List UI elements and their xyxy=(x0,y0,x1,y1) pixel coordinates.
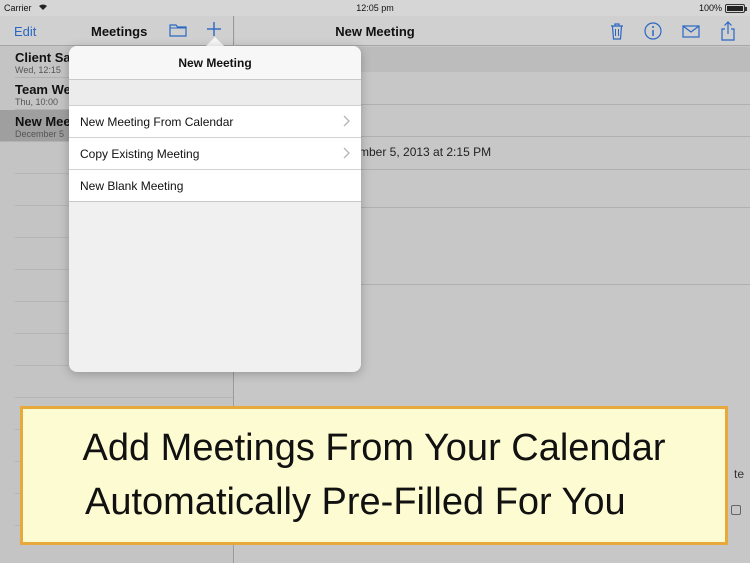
chevron-right-icon xyxy=(343,115,350,127)
popover-spacer xyxy=(69,80,361,105)
promo-banner: Add Meetings From Your Calendar Automati… xyxy=(20,406,728,545)
detail-title: New Meeting xyxy=(335,24,415,39)
meetings-title: Meetings xyxy=(91,24,148,39)
mail-icon[interactable] xyxy=(681,21,701,41)
meeting-row-subtitle: December 5 xyxy=(15,129,65,139)
detail-navbar: New Meeting xyxy=(235,16,750,46)
meeting-row-title: Client Sa xyxy=(15,50,71,65)
meeting-row-subtitle: Thu, 10:00 xyxy=(15,97,59,107)
meeting-date-text[interactable]: mber 5, 2013 at 2:15 PM xyxy=(359,145,491,159)
meeting-row-title: Team We xyxy=(15,82,71,97)
chevron-right-icon xyxy=(343,147,350,159)
option-label: New Blank Meeting xyxy=(80,179,184,193)
popover-title: New Meeting xyxy=(69,46,361,80)
battery-icon xyxy=(725,4,747,13)
new-meeting-popover: New Meeting New Meeting From Calendar Co… xyxy=(69,46,361,372)
trash-icon[interactable] xyxy=(607,21,627,41)
popover-options: New Meeting From Calendar Copy Existing … xyxy=(69,105,361,202)
battery-percent: 100% xyxy=(698,3,722,13)
copy-existing-meeting-option[interactable]: Copy Existing Meeting xyxy=(69,138,361,170)
banner-subline: Automatically Pre-Filled For You xyxy=(85,481,626,523)
clock: 12:05 pm xyxy=(356,3,394,13)
status-bar: Carrier 12:05 pm 100% xyxy=(0,0,750,16)
folder-icon[interactable] xyxy=(169,23,187,37)
meetings-navbar: Edit Meetings xyxy=(0,16,233,46)
share-icon[interactable] xyxy=(718,21,738,41)
add-meeting-icon[interactable] xyxy=(205,20,223,38)
banner-headline: Add Meetings From Your Calendar xyxy=(82,427,666,469)
option-label: Copy Existing Meeting xyxy=(80,147,200,161)
option-label: New Meeting From Calendar xyxy=(80,115,234,129)
partial-button-label[interactable]: te xyxy=(734,467,744,481)
new-meeting-from-calendar-option[interactable]: New Meeting From Calendar xyxy=(69,106,361,138)
new-blank-meeting-option[interactable]: New Blank Meeting xyxy=(69,170,361,202)
meeting-row-title: New Mee xyxy=(15,114,71,129)
edit-button[interactable]: Edit xyxy=(14,24,36,39)
meeting-row-subtitle: Wed, 12:15 xyxy=(15,65,61,75)
info-icon[interactable] xyxy=(643,21,663,41)
checkbox[interactable] xyxy=(731,505,741,515)
